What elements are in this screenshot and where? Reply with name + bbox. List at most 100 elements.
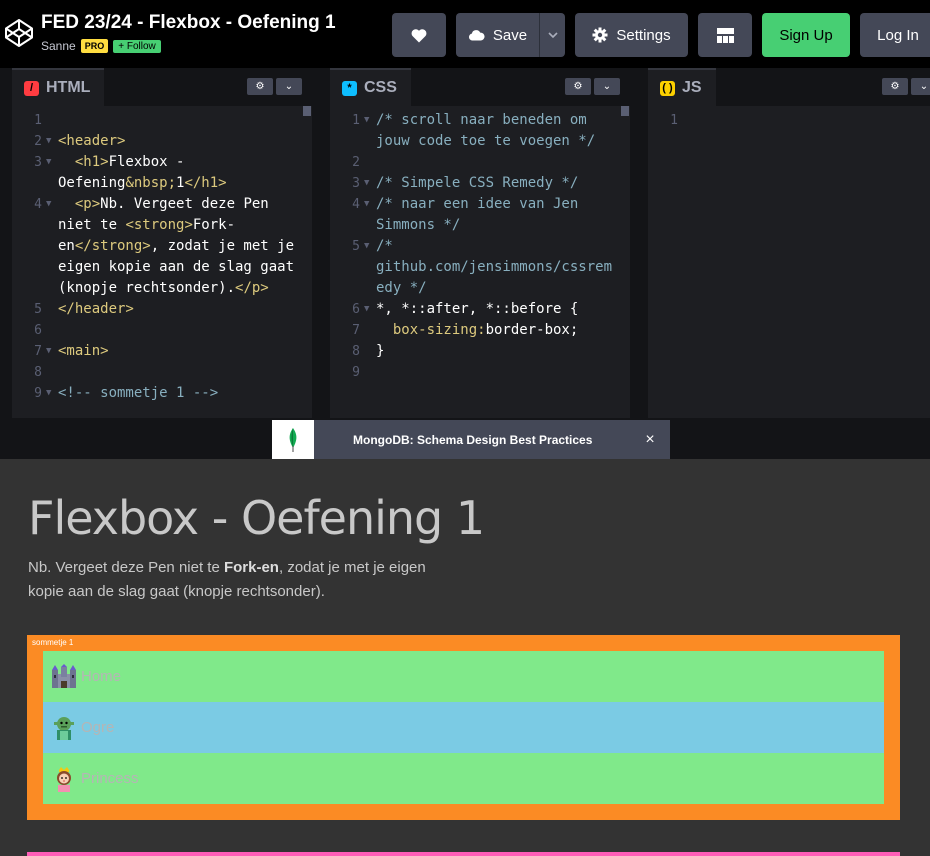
- fold-arrow-icon[interactable]: ▼: [44, 194, 58, 299]
- fold-arrow-icon[interactable]: ▼: [44, 131, 58, 152]
- intro-strong: Fork-en: [223, 559, 279, 576]
- code-token: <strong>: [125, 217, 193, 233]
- line-number: 9: [352, 365, 360, 380]
- tab-html-label: HTML: [46, 79, 91, 96]
- fold-arrow-icon[interactable]: ▼: [362, 236, 376, 299]
- editor-settings-button[interactable]: ⚙: [565, 78, 591, 95]
- scrollbar-thumb[interactable]: [303, 106, 311, 116]
- codepen-logo-icon[interactable]: [4, 18, 34, 48]
- code-line: 8: [12, 362, 302, 383]
- fold-gutter: [362, 341, 376, 362]
- author-name[interactable]: Sanne: [41, 39, 76, 53]
- fold-arrow-icon[interactable]: ▼: [44, 152, 58, 194]
- like-button[interactable]: [392, 13, 446, 57]
- top-bar: FED 23/24 - Flexbox - Oefening 1 Sanne P…: [0, 0, 930, 68]
- line-number: 3: [352, 176, 360, 191]
- html-icon: /: [24, 80, 39, 96]
- preview-intro: Nb. Vergeet deze Pen niet te Fork-en, zo…: [28, 556, 428, 604]
- js-code[interactable]: 1: [648, 106, 920, 418]
- fold-gutter: [362, 320, 376, 341]
- code-text: /* scroll naar beneden om jouw code toe …: [376, 110, 620, 152]
- tab-js-label: JS: [682, 79, 702, 96]
- code-token: <header>: [58, 133, 126, 149]
- editor-collapse-button[interactable]: ⌄: [276, 78, 302, 95]
- line-number: 4: [34, 197, 42, 212]
- close-icon[interactable]: ×: [640, 420, 660, 459]
- pane-resizer[interactable]: [0, 68, 12, 418]
- scrollbar[interactable]: [620, 106, 630, 418]
- chevron-down-icon: [547, 31, 558, 38]
- code-line: 6: [12, 320, 302, 341]
- line-number: 6: [34, 323, 42, 338]
- pen-title[interactable]: FED 23/24 - Flexbox - Oefening 1: [41, 12, 336, 34]
- fold-arrow-icon[interactable]: ▼: [362, 299, 376, 320]
- code-token: </p>: [235, 280, 269, 296]
- css-editor-pane: * CSS ⚙ ⌄ 1 ▼/* scroll naar beneden om jo…: [330, 68, 630, 418]
- js-editor-pane: ( ) JS ⚙ ⌄ 1: [648, 68, 930, 418]
- js-icon: ( ): [660, 80, 675, 96]
- tab-css[interactable]: * CSS: [330, 68, 411, 106]
- code-text: </header>: [58, 299, 302, 320]
- tab-html[interactable]: / HTML: [12, 68, 105, 106]
- editor-settings-button[interactable]: ⚙: [247, 78, 273, 95]
- login-button[interactable]: Log In: [860, 13, 930, 57]
- code-text: /* github.com/jensimmons/cssremedy */: [376, 236, 620, 299]
- line-number: 8: [34, 365, 42, 380]
- list-item-label: Ogre: [81, 719, 115, 736]
- cloud-icon: [468, 30, 485, 41]
- fold-gutter: [680, 110, 694, 131]
- settings-button[interactable]: Settings: [575, 13, 688, 57]
- fold-arrow-icon[interactable]: ▼: [362, 173, 376, 194]
- mongodb-logo-icon[interactable]: [272, 420, 314, 459]
- preview-frame: Flexbox - Oefening 1 Nb. Vergeet deze Pe…: [0, 459, 930, 856]
- save-options-button[interactable]: [539, 13, 565, 57]
- chevron-down-icon: ⌄: [602, 81, 612, 92]
- code-token: &nbsp;: [125, 175, 177, 191]
- author-row: Sanne PRO + Follow: [41, 39, 161, 53]
- scrollbar-thumb[interactable]: [621, 106, 629, 116]
- css-code[interactable]: 1 ▼/* scroll naar beneden om jouw code to…: [330, 106, 620, 418]
- code-token: <h1>: [58, 154, 109, 170]
- pro-badge: PRO: [80, 39, 109, 53]
- html-code[interactable]: 1 2 ▼ <header> 3 ▼ <h1>Flexbox - Oefening&nbs…: [12, 106, 302, 418]
- code-text: <h1>Flexbox - Oefening&nbsp;1</h1>: [58, 152, 302, 194]
- line-number: 1: [670, 113, 678, 128]
- line-number: 1: [352, 113, 360, 128]
- code-line: 6 ▼ *, *::after, *::before {: [330, 299, 620, 320]
- code-text: <header>: [58, 131, 302, 152]
- scrollbar[interactable]: [302, 106, 312, 418]
- editor-collapse-button[interactable]: ⌄: [594, 78, 620, 95]
- code-token: <main>: [58, 343, 109, 359]
- fold-arrow-icon[interactable]: ▼: [362, 110, 376, 152]
- line-number: 6: [352, 302, 360, 317]
- gear-icon: ⚙: [890, 81, 900, 92]
- signup-button[interactable]: Sign Up: [762, 13, 850, 57]
- save-button[interactable]: Save: [456, 13, 539, 57]
- pane-resizer[interactable]: [630, 68, 648, 418]
- ad-link[interactable]: MongoDB: Schema Design Best Practices: [314, 420, 670, 459]
- fold-gutter: [362, 152, 376, 173]
- line-number: 5: [34, 302, 42, 317]
- fold-arrow-icon[interactable]: ▼: [44, 383, 58, 404]
- editor-settings-button[interactable]: ⚙: [882, 78, 908, 95]
- code-text: *, *::after, *::before {: [376, 299, 620, 320]
- code-token: /* naar een idee van Jen Simmons */: [376, 196, 587, 233]
- code-text: <main>: [58, 341, 302, 362]
- change-view-button[interactable]: [698, 13, 752, 57]
- intro-text: Nb. Vergeet deze Pen niet te: [28, 559, 224, 576]
- tab-js[interactable]: ( ) JS: [648, 68, 716, 106]
- fold-gutter: [44, 362, 58, 383]
- fold-arrow-icon[interactable]: ▼: [362, 194, 376, 236]
- editor-collapse-button[interactable]: ⌄: [911, 78, 930, 95]
- code-text: <p>Nb. Vergeet deze Pen niet te <strong>…: [58, 194, 302, 299]
- line-number: 7: [352, 323, 360, 338]
- gear-icon: [592, 27, 608, 43]
- pane-resizer[interactable]: [312, 68, 330, 418]
- follow-button[interactable]: + Follow: [113, 39, 161, 53]
- code-line: 1: [648, 110, 920, 131]
- fold-arrow-icon[interactable]: ▼: [44, 341, 58, 362]
